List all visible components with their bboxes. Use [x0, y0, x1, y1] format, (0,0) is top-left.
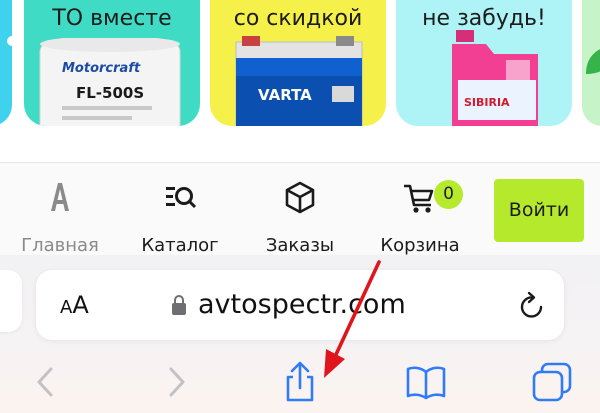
chevron-right-icon[interactable] [154, 360, 198, 404]
catalog-search-icon [166, 187, 197, 209]
svg-text:FL-500S: FL-500S [76, 84, 144, 102]
nav-orders-label: Заказы [265, 235, 335, 256]
nav-cart-label: Корзина [380, 235, 460, 256]
url-text[interactable]: avtospectr.com [198, 288, 406, 322]
battery-image: VARTA [235, 36, 363, 126]
oil-filter-image: Motorcraft FL-500S [39, 38, 181, 126]
carousel-dot [7, 36, 12, 46]
promo-title: не забудь! [422, 6, 546, 31]
nav-catalog[interactable]: Каталог [125, 177, 235, 256]
promo-card-battery[interactable]: со скидкой VARTA [210, 0, 386, 126]
coolant-bottle-image: SIBIRIA [452, 30, 538, 126]
promo-card-filter[interactable]: ТО вместе Motorcraft FL-500S [24, 0, 200, 126]
svg-text:VARTA: VARTA [258, 86, 312, 104]
letter-a-icon [51, 183, 69, 211]
tabs-icon[interactable] [530, 360, 574, 404]
lock-icon [172, 295, 186, 315]
svg-text:Motorcraft: Motorcraft [62, 61, 141, 76]
page-settings-button[interactable]: AA [60, 290, 89, 323]
nav-orders[interactable]: Заказы [245, 177, 355, 256]
reload-icon[interactable] [517, 289, 547, 321]
nav-home[interactable]: Главная [5, 177, 115, 256]
promo-banner: ТО вместе Motorcraft FL-500S со скидкой … [0, 0, 600, 126]
leaf-icon [586, 49, 600, 74]
address-bar[interactable]: AA avtospectr.com [36, 270, 564, 340]
nav-catalog-label: Каталог [141, 235, 219, 256]
promo-title: ТО вместе [52, 6, 172, 31]
login-button[interactable]: Войти [494, 179, 584, 242]
promo-card-partial-right[interactable] [582, 0, 600, 126]
promo-title: со скидкой [233, 6, 363, 31]
cart-count-badge: 0 [434, 180, 463, 209]
previous-tab-urlbar[interactable] [0, 270, 22, 332]
book-icon[interactable] [404, 360, 448, 404]
chevron-left-icon[interactable] [24, 360, 68, 404]
share-icon[interactable] [278, 360, 322, 404]
box-icon [285, 181, 315, 214]
promo-card-coolant[interactable]: не забудь! SIBIRIA [396, 0, 572, 126]
promo-card-partial-left[interactable] [0, 0, 12, 126]
svg-text:SIBIRIA: SIBIRIA [464, 96, 510, 109]
nav-home-label: Главная [21, 235, 99, 256]
browser-toolbar: AA avtospectr.com [0, 255, 600, 413]
